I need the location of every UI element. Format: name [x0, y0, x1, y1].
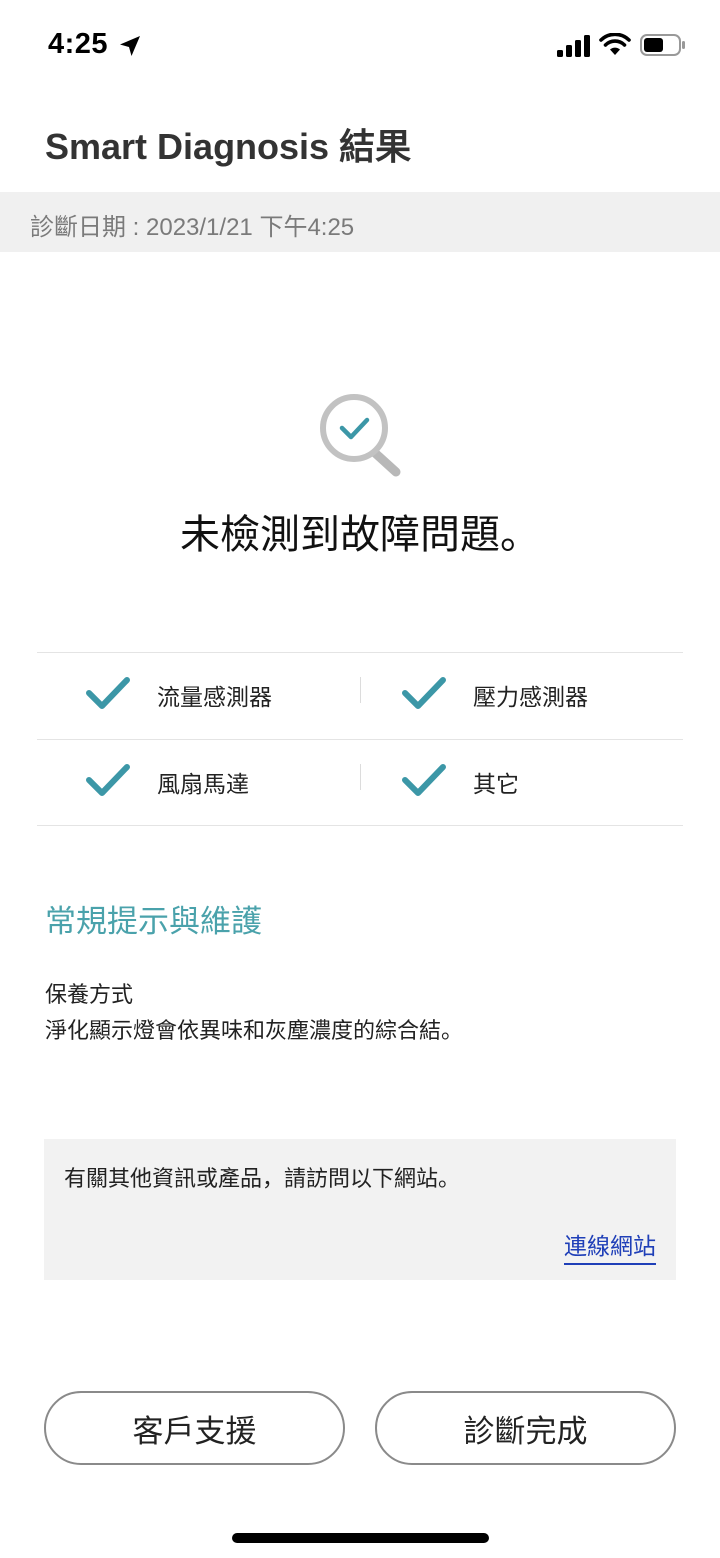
check-item-label: 流量感測器 [157, 684, 272, 710]
location-arrow-icon [120, 36, 140, 56]
tips-body: 淨化顯示燈會依異味和灰塵濃度的綜合結。 [45, 1018, 464, 1043]
diagnosis-date: 診斷日期 : 2023/1/21 下午4:25 [30, 214, 355, 241]
check-item-label: 風扇馬達 [157, 771, 249, 797]
checkmark-icon [402, 677, 446, 709]
signal-icon [557, 35, 590, 57]
diagnosis-checklist: 流量感測器 壓力感測器 風扇馬達 其它 [37, 652, 683, 826]
status-bar: 4:25 [0, 0, 720, 90]
tips-section-title: 常規提示與維護 [45, 904, 262, 939]
check-item-pressure-sensor: 壓力感測器 [353, 653, 673, 739]
info-text: 有關其他資訊或產品，請訪問以下網站。 [64, 1166, 461, 1191]
status-time: 4:25 [48, 28, 109, 60]
check-item-label: 其它 [473, 771, 519, 797]
check-item-other: 其它 [353, 740, 673, 826]
diagnosis-date-bar: 診斷日期 : 2023/1/21 下午4:25 [0, 192, 720, 252]
customer-support-button[interactable]: 客戶支援 [44, 1391, 345, 1465]
diagnosis-complete-button[interactable]: 診斷完成 [375, 1391, 676, 1465]
wifi-icon [599, 33, 631, 55]
checkmark-icon [86, 677, 130, 709]
check-item-flow-sensor: 流量感測器 [37, 653, 357, 739]
checkmark-icon [402, 764, 446, 796]
check-item-fan-motor: 風扇馬達 [37, 740, 357, 826]
visit-website-link[interactable]: 連線網站 [564, 1227, 656, 1265]
battery-icon [640, 34, 685, 56]
home-indicator[interactable] [232, 1533, 489, 1543]
checkmark-icon [86, 764, 130, 796]
info-box: 有關其他資訊或產品，請訪問以下網站。 連線網站 [44, 1139, 676, 1280]
check-item-label: 壓力感測器 [473, 684, 588, 710]
tips-subtitle: 保養方式 [45, 982, 134, 1007]
page-title: Smart Diagnosis 結果 [45, 126, 412, 167]
result-title: 未檢測到故障問題。 [180, 513, 540, 557]
magnifier-check-icon [320, 394, 401, 477]
